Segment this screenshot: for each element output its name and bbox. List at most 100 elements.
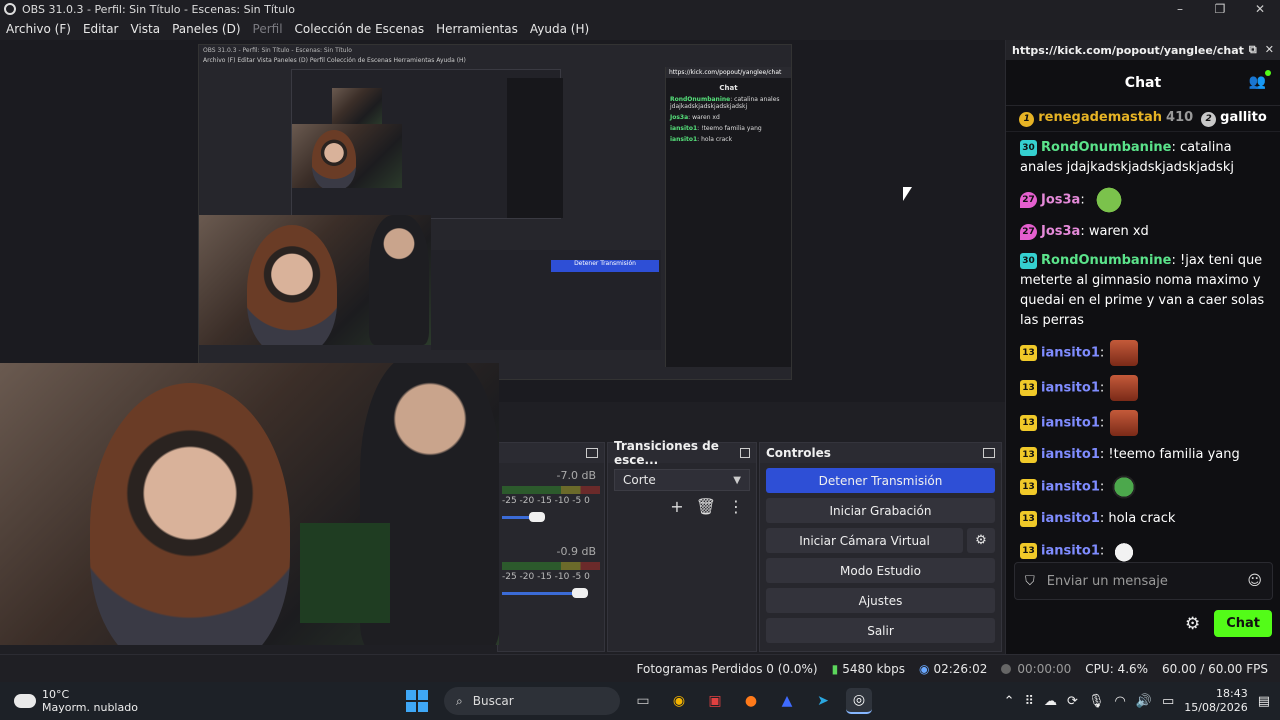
chat-message[interactable]: 30 RondOnumbanine: !jax teni que meterte …	[1020, 251, 1271, 331]
chat-input[interactable]: ⛉ Enviar un mensaje ☺	[1014, 562, 1273, 600]
close-icon[interactable]: ✕	[1265, 43, 1274, 57]
gifter-name: gallito	[1220, 110, 1267, 126]
chat-message[interactable]: 13 iansito1:	[1020, 340, 1271, 366]
undock-icon[interactable]: ⧉	[1249, 43, 1257, 57]
controls-title: Controles	[766, 446, 831, 460]
chevron-up-icon[interactable]: ⌃	[1004, 694, 1015, 709]
mic-icon[interactable]: 🎙	[1088, 694, 1105, 709]
app-blue-icon[interactable]: ▲	[774, 688, 800, 714]
clock[interactable]: 18:43 15/08/2026	[1184, 687, 1247, 715]
chat-username[interactable]: iansito1	[1041, 544, 1100, 559]
transition-tools: + 🗑 ⋮	[608, 497, 744, 516]
chat-username[interactable]: Jos3a	[1041, 224, 1080, 239]
chat-username[interactable]: iansito1	[1041, 511, 1100, 526]
windows-start-icon[interactable]	[406, 690, 428, 712]
start-recording-button[interactable]: Iniciar Grabación	[766, 498, 995, 523]
more-icon[interactable]: ⋮	[728, 497, 744, 516]
volume-slider[interactable]	[502, 512, 600, 522]
weather-widget[interactable]: 10°C Mayorm. nublado	[11, 688, 138, 714]
nested-obs-window	[291, 69, 563, 219]
undock-icon[interactable]	[739, 448, 750, 458]
telegram-icon[interactable]: ➤	[810, 688, 836, 714]
taskbar-search[interactable]: ⌕ Buscar	[444, 687, 620, 715]
maximize-button[interactable]: ❐	[1200, 2, 1240, 16]
menu-herramientas[interactable]: Herramientas	[436, 22, 518, 36]
menu-perfil[interactable]: Perfil	[253, 22, 283, 36]
sync-icon[interactable]: ⟳	[1067, 694, 1078, 709]
search-placeholder: Buscar	[472, 694, 514, 708]
settings-button[interactable]: Ajustes	[766, 588, 995, 613]
chat-messages[interactable]: 30 RondOnumbanine: catalina anales jdajka…	[1006, 132, 1280, 564]
app-red-icon[interactable]: ▣	[702, 688, 728, 714]
chat-message[interactable]: 13 iansito1:	[1020, 538, 1271, 564]
minimize-button[interactable]: –	[1160, 2, 1200, 16]
chat-username[interactable]: iansito1	[1041, 480, 1100, 495]
chat-message[interactable]: 30 RondOnumbanine: catalina anales jdajka…	[1020, 138, 1271, 178]
chat-username[interactable]: Jos3a	[1041, 193, 1080, 208]
chat-send-button[interactable]: Chat	[1214, 610, 1272, 637]
preview-canvas[interactable]: OBS 31.0.3 - Perfil: Sin Título - Escena…	[198, 44, 792, 380]
menu-paneles[interactable]: Paneles (D)	[172, 22, 240, 36]
dropped-frames: Fotogramas Perdidos 0 (0.0%)	[636, 661, 818, 676]
task-view-icon[interactable]: ▭	[630, 688, 656, 714]
gifter-entry[interactable]: 2 gallito	[1201, 110, 1267, 127]
menu-ayuda[interactable]: Ayuda (H)	[530, 22, 589, 36]
stop-stream-button[interactable]: Detener Transmisión	[766, 468, 995, 493]
menu-vista[interactable]: Vista	[130, 22, 160, 36]
chat-username[interactable]: RondOnumbanine	[1041, 253, 1171, 268]
grid-icon[interactable]: ⠿	[1025, 694, 1035, 709]
exit-button[interactable]: Salir	[766, 618, 995, 643]
obs-taskbar-icon[interactable]: ◎	[846, 688, 872, 714]
preview-area[interactable]: OBS 31.0.3 - Perfil: Sin Título - Escena…	[0, 40, 1005, 402]
volume-icon[interactable]: 🔊	[1136, 694, 1152, 709]
transition-select[interactable]: Corte ▼	[614, 469, 750, 491]
sub-badge-icon: 13	[1020, 380, 1037, 396]
sub-badge-icon: 13	[1020, 446, 1037, 463]
gifter-entry[interactable]: 1 renegademastah 410	[1019, 110, 1193, 127]
bitrate-status: ▮ 5480 kbps	[832, 662, 905, 676]
notification-icon[interactable]: ▤	[1258, 694, 1270, 709]
undock-icon[interactable]	[983, 448, 995, 458]
emoji-icon[interactable]: ☺	[1247, 573, 1262, 589]
start-virtual-cam-button[interactable]: Iniciar Cámara Virtual	[766, 528, 963, 553]
close-button[interactable]: ✕	[1240, 2, 1280, 16]
chat-message[interactable]: 13 iansito1:	[1020, 410, 1271, 436]
audio-mixer-dock: -7.0 dB -25 -20 -15 -10 -5 0 -0.9 dB -25…	[497, 442, 605, 652]
studio-mode-button[interactable]: Modo Estudio	[766, 558, 995, 583]
battery-icon[interactable]: ▭	[1162, 694, 1174, 709]
chat-message[interactable]: 13 iansito1: hola crack	[1020, 509, 1271, 529]
cloud-tray-icon[interactable]: ☁	[1044, 694, 1057, 709]
gear-icon[interactable]: ⚙	[967, 528, 995, 553]
menu-archivo[interactable]: Archivo (F)	[6, 22, 71, 36]
chat-username[interactable]: iansito1	[1041, 447, 1100, 462]
volume-knob[interactable]	[529, 512, 545, 522]
chrome-icon[interactable]: ◉	[666, 688, 692, 714]
gifter-name: renegademastah	[1038, 110, 1163, 126]
chat-username[interactable]: iansito1	[1041, 346, 1100, 361]
trash-icon[interactable]: 🗑	[696, 497, 716, 516]
chat-message[interactable]: 27 Jos3a: waren xd	[1020, 222, 1271, 242]
users-icon[interactable]: 👥	[1249, 70, 1272, 90]
face-emote-icon	[1110, 375, 1139, 401]
menu-editar[interactable]: Editar	[83, 22, 119, 36]
chat-message[interactable]: 13 iansito1:	[1020, 375, 1271, 401]
chat-message[interactable]: 13 iansito1:	[1020, 474, 1271, 500]
undock-icon[interactable]	[586, 448, 598, 458]
chat-username[interactable]: iansito1	[1041, 381, 1100, 396]
chat-url: https://kick.com/popout/yanglee/chat	[1012, 43, 1244, 57]
menu-coleccion-escenas[interactable]: Colección de Escenas	[295, 22, 425, 36]
nested-chat-text: : waren xd	[688, 114, 720, 121]
add-icon[interactable]: +	[670, 497, 683, 516]
volume-slider[interactable]	[502, 588, 600, 598]
nested-chat-user: RondOnumbanine	[670, 96, 731, 103]
firefox-icon[interactable]: ●	[738, 688, 764, 714]
wifi-icon[interactable]: ◠	[1114, 694, 1125, 709]
chat-message[interactable]: 13 iansito1: !teemo familia yang	[1020, 445, 1271, 465]
chat-message[interactable]: 27 Jos3a:	[1020, 187, 1271, 213]
chat-username[interactable]: iansito1	[1041, 416, 1100, 431]
chat-username[interactable]: RondOnumbanine	[1041, 140, 1171, 155]
sub-badge-icon: 13	[1020, 510, 1037, 527]
volume-knob[interactable]	[572, 588, 588, 598]
gear-icon[interactable]: ⚙	[1185, 614, 1200, 634]
shield-icon: ⛉	[1025, 573, 1035, 589]
